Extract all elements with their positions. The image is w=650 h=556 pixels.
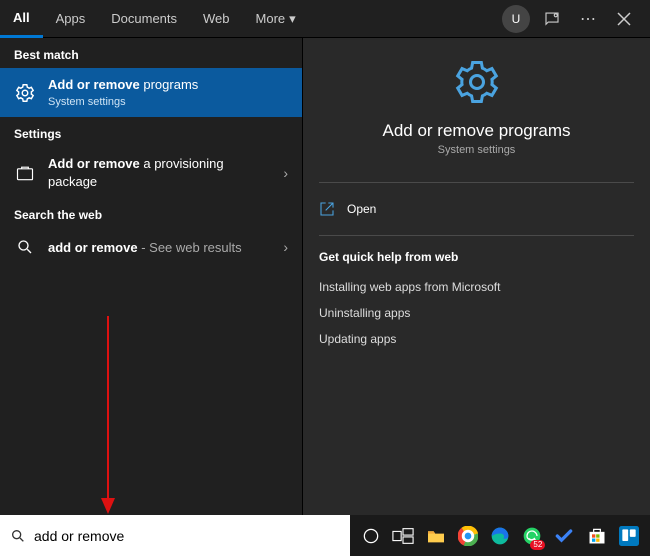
help-heading: Get quick help from web: [319, 250, 634, 264]
cortana-icon[interactable]: [356, 520, 386, 552]
detail-title: Add or remove programs: [319, 121, 634, 141]
tab-apps[interactable]: Apps: [43, 0, 99, 38]
explorer-icon[interactable]: [420, 520, 450, 552]
detail-subtitle: System settings: [319, 144, 634, 156]
divider: [319, 235, 634, 236]
divider: [319, 182, 634, 183]
gear-icon: [451, 56, 503, 108]
result-web-search[interactable]: add or remove - See web results ›: [0, 228, 302, 266]
search-icon: [10, 528, 26, 544]
best-match-label: Best match: [0, 38, 302, 68]
help-link-uninstall[interactable]: Uninstalling apps: [319, 300, 634, 326]
chevron-right-icon: ›: [283, 165, 288, 181]
settings-label: Settings: [0, 117, 302, 147]
result-title: Add or remove a provisioning package: [48, 155, 271, 190]
results-column: Best match Add or remove programs System…: [0, 38, 302, 515]
tab-more-label: More: [256, 11, 286, 26]
search-web-label: Search the web: [0, 198, 302, 228]
help-link-update[interactable]: Updating apps: [319, 326, 634, 352]
gear-icon: [14, 82, 36, 104]
open-button[interactable]: Open: [319, 197, 634, 221]
result-add-remove-programs[interactable]: Add or remove programs System settings: [0, 68, 302, 117]
search-input[interactable]: [34, 528, 340, 544]
options-icon[interactable]: ⋯: [574, 5, 602, 33]
whatsapp-icon[interactable]: 52: [517, 520, 547, 552]
todo-icon[interactable]: [549, 520, 579, 552]
result-title: Add or remove programs: [48, 76, 288, 94]
result-provisioning-package[interactable]: Add or remove a provisioning package ›: [0, 147, 302, 198]
task-view-icon[interactable]: [388, 520, 418, 552]
open-icon: [319, 201, 335, 217]
search-tabs: All Apps Documents Web More ▾ U ⋯: [0, 0, 650, 38]
tab-web[interactable]: Web: [190, 0, 243, 38]
search-icon: [14, 236, 36, 258]
detail-hero: Add or remove programs System settings: [319, 38, 634, 168]
chevron-right-icon: ›: [283, 239, 288, 255]
help-link-install[interactable]: Installing web apps from Microsoft: [319, 274, 634, 300]
package-icon: [14, 162, 36, 184]
tab-documents[interactable]: Documents: [98, 0, 190, 38]
chrome-icon[interactable]: [453, 520, 483, 552]
trello-icon[interactable]: [614, 520, 644, 552]
chevron-down-icon: ▾: [289, 11, 296, 27]
user-avatar[interactable]: U: [502, 5, 530, 33]
feedback-icon[interactable]: [538, 5, 566, 33]
result-title: add or remove - See web results: [48, 239, 271, 257]
open-label: Open: [347, 202, 376, 216]
edge-icon[interactable]: [485, 520, 515, 552]
search-bar[interactable]: [0, 515, 350, 556]
tab-all[interactable]: All: [0, 0, 43, 38]
tab-more[interactable]: More ▾: [243, 0, 309, 38]
search-body: Best match Add or remove programs System…: [0, 38, 650, 515]
store-icon[interactable]: [582, 520, 612, 552]
notification-badge: 52: [530, 540, 545, 550]
taskbar: 52: [350, 515, 650, 556]
close-icon[interactable]: [610, 5, 638, 33]
result-subtitle: System settings: [48, 95, 288, 110]
detail-panel: Add or remove programs System settings O…: [302, 38, 650, 515]
